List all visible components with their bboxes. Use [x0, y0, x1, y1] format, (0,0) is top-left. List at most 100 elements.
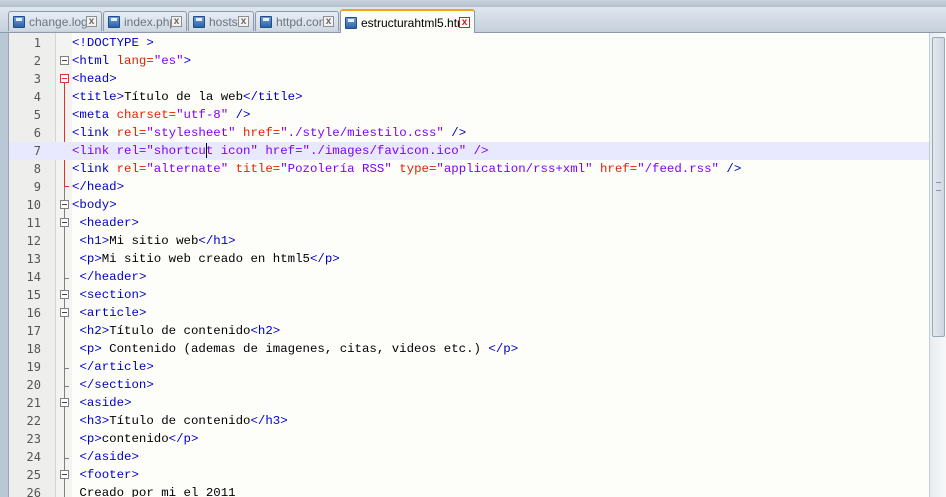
line-number: 14 [26, 270, 41, 284]
code-line[interactable]: 20 </section> [9, 376, 929, 394]
code-text: <p>contenido</p> [79, 432, 199, 446]
save-file-icon [345, 17, 357, 29]
code-line[interactable]: 26 Creado por mi el 2011 [9, 484, 929, 497]
code-line[interactable]: 10 <body> [9, 196, 929, 214]
code-text: <!DOCTYPE > [72, 36, 154, 50]
line-number: 21 [26, 396, 41, 410]
text-caret [206, 143, 208, 158]
code-text: <header> [79, 216, 139, 230]
line-number: 7 [33, 144, 41, 158]
line-number: 23 [26, 432, 41, 446]
code-line[interactable]: 18 <p> Contenido (ademas de imagenes, ci… [9, 340, 929, 358]
code-text: <footer> [79, 468, 139, 482]
tab-estructurahtml5[interactable]: estructurahtml5.html x [340, 9, 475, 33]
line-number: 2 [33, 54, 41, 68]
code-text: <p>Mi sitio web creado en html5</p> [79, 252, 340, 266]
code-line[interactable]: 9 </head> [9, 178, 929, 196]
code-line[interactable]: 2 <html lang="es"> [9, 52, 929, 70]
close-tab-icon[interactable]: x [86, 16, 97, 27]
line-number: 3 [33, 72, 41, 86]
line-number: 5 [33, 108, 41, 122]
current-code-line[interactable]: 7 <link rel="shortcut icon" href="./image… [9, 142, 929, 160]
code-text: <head> [72, 72, 117, 86]
code-text: </header> [79, 270, 147, 284]
code-line[interactable]: 14 </header> [9, 268, 929, 286]
line-number: 8 [33, 162, 41, 176]
tab-change-log[interactable]: change.log x [8, 11, 102, 31]
code-text: <html lang="es"> [72, 54, 191, 68]
code-text: <h3>Título de contenido</h3> [79, 414, 288, 428]
line-number: 11 [26, 216, 41, 230]
line-number: 19 [26, 360, 41, 374]
line-number: 16 [26, 306, 41, 320]
code-text: </section> [79, 378, 154, 392]
code-line[interactable]: 22 <h3>Título de contenido</h3> [9, 412, 929, 430]
save-file-icon [193, 16, 205, 28]
code-text: <link rel="shortcut icon" href="./images… [72, 144, 489, 158]
save-file-icon [13, 16, 25, 28]
code-line[interactable]: 12 <h1>Mi sitio web</h1> [9, 232, 929, 250]
code-line[interactable]: 4 <title>Título de la web</title> [9, 88, 929, 106]
code-line[interactable]: 15 <section> [9, 286, 929, 304]
line-number: 17 [26, 324, 41, 338]
code-text: <p> Contenido (ademas de imagenes, citas… [79, 342, 519, 356]
code-line[interactable]: 17 <h2>Título de contenido<h2> [9, 322, 929, 340]
tab-hosts[interactable]: hosts x [188, 11, 254, 31]
tab-httpd-conf[interactable]: httpd.conf x [255, 11, 339, 31]
line-number: 20 [26, 378, 41, 392]
line-number: 6 [33, 126, 41, 140]
save-file-icon [108, 16, 120, 28]
line-number: 26 [26, 486, 41, 497]
save-file-icon [260, 16, 272, 28]
code-text: <section> [79, 288, 147, 302]
code-text: <article> [79, 306, 147, 320]
code-editor[interactable]: 1 <!DOCTYPE > 2 <html lang="es"> 3 <head> 4 <ti… [8, 33, 929, 497]
line-number: 13 [26, 252, 41, 266]
line-number: 12 [26, 234, 41, 248]
window-top-strip [0, 0, 946, 7]
tab-label: index.php [124, 15, 177, 29]
code-line[interactable]: 6 <link rel="stylesheet" href="./style/mi… [9, 124, 929, 142]
code-text: </article> [79, 360, 154, 374]
tab-bar: change.log x index.php x hosts x httpd.c… [0, 7, 946, 33]
line-number: 22 [26, 414, 41, 428]
code-line[interactable]: 8 <link rel="alternate" title="Pozolería … [9, 160, 929, 178]
close-tab-icon[interactable]: x [323, 16, 334, 27]
code-line[interactable]: 3 <head> [9, 70, 929, 88]
code-text: </head> [72, 180, 125, 194]
line-number: 15 [26, 288, 41, 302]
code-text: <link rel="stylesheet" href="./style/mie… [72, 126, 467, 140]
line-number: 18 [26, 342, 41, 356]
code-text: Creado por mi el 2011 [72, 486, 236, 497]
line-number: 9 [33, 180, 41, 194]
code-text: </aside> [79, 450, 139, 464]
code-line[interactable]: 25 <footer> [9, 466, 929, 484]
close-tab-icon[interactable]: x [238, 16, 249, 27]
code-text: <aside> [79, 396, 132, 410]
close-tab-icon[interactable]: x [459, 17, 470, 28]
code-line[interactable]: 23 <p>contenido</p> [9, 430, 929, 448]
code-line[interactable]: 19 </article> [9, 358, 929, 376]
line-number: 1 [33, 36, 41, 50]
vertical-scrollbar[interactable] [929, 33, 946, 497]
tab-index-php[interactable]: index.php x [103, 11, 187, 31]
code-line[interactable]: 24 </aside> [9, 448, 929, 466]
code-text: <meta charset="utf-8" /> [72, 108, 251, 122]
code-text: <title>Título de la web</title> [72, 90, 303, 104]
code-line[interactable]: 16 <article> [9, 304, 929, 322]
close-tab-icon[interactable]: x [171, 16, 182, 27]
code-line[interactable]: 13 <p>Mi sitio web creado en html5</p> [9, 250, 929, 268]
line-number: 24 [26, 450, 41, 464]
code-text: <h2>Título de contenido<h2> [79, 324, 281, 338]
code-text: <h1>Mi sitio web</h1> [79, 234, 236, 248]
scrollbar-thumb[interactable] [932, 37, 945, 337]
code-text: <link rel="alternate" title="Pozolería R… [72, 162, 742, 176]
tab-label: estructurahtml5.html [361, 16, 470, 30]
line-number: 4 [33, 90, 41, 104]
code-text: <body> [72, 198, 117, 212]
code-line[interactable]: 5 <meta charset="utf-8" /> [9, 106, 929, 124]
code-line[interactable]: 1 <!DOCTYPE > [9, 34, 929, 52]
code-line[interactable]: 21 <aside> [9, 394, 929, 412]
line-number: 10 [26, 198, 41, 212]
code-line[interactable]: 11 <header> [9, 214, 929, 232]
